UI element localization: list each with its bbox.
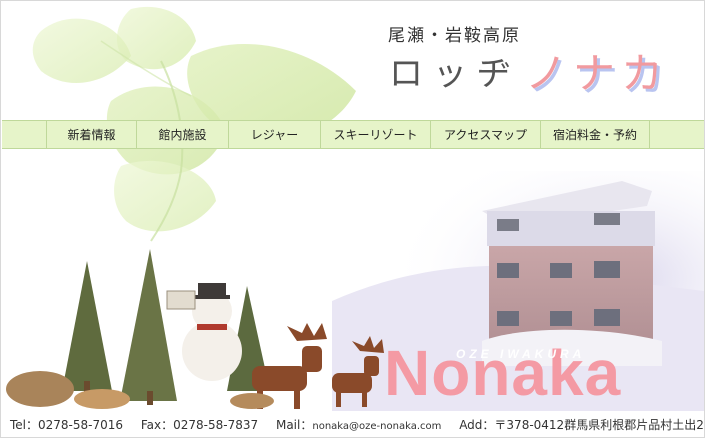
mail-link[interactable]: nonaka@oze-nonaka.com — [312, 421, 441, 432]
footer-contact: Tel：0278-58-7016 Fax：0278-58-7837 Mail：n… — [10, 416, 704, 434]
fax-value: 0278-58-7837 — [173, 418, 259, 432]
fax-label: Fax： — [140, 418, 174, 432]
nav-item-news[interactable]: 新着情報 — [46, 121, 136, 148]
snowman-figure — [166, 283, 242, 381]
footer-mail: Mail：nonaka@oze-nonaka.com — [276, 418, 441, 432]
footer-tel: Tel：0278-58-7016 — [10, 418, 123, 432]
site-title[interactable]: ロッヂ ノナカ — [389, 45, 669, 98]
nav-item-rates-booking[interactable]: 宿泊料金・予約 — [540, 121, 650, 148]
nav-item-access-map[interactable]: アクセスマップ — [430, 121, 540, 148]
nav-item-leisure[interactable]: レジャー — [228, 121, 320, 148]
page-frame: 尾瀬・岩鞍高原 ロッヂ ノナカ 新着情報 館内施設 レジャー スキーリゾート ア… — [0, 0, 705, 438]
header-subtitle: 尾瀬・岩鞍高原 — [388, 26, 521, 46]
nav-item-facilities[interactable]: 館内施設 — [136, 121, 228, 148]
footer-address: Add：〒378-0412群馬県利根郡片品村土出2609-18 — [459, 418, 704, 432]
address-value: 〒378-0412群馬県利根郡片品村土出2609-18 — [494, 418, 704, 432]
tel-label: Tel： — [10, 418, 39, 432]
nav-item-ski-resort[interactable]: スキーリゾート — [320, 121, 430, 148]
address-label: Add： — [459, 418, 495, 432]
mail-label: Mail： — [275, 418, 313, 432]
main-nav: 新着情報 館内施設 レジャー スキーリゾート アクセスマップ 宿泊料金・予約 — [2, 120, 704, 149]
nav-items: 新着情報 館内施設 レジャー スキーリゾート アクセスマップ 宿泊料金・予約 — [46, 121, 650, 148]
title-name: ノナカ — [525, 48, 670, 98]
tel-value: 0278-58-7016 — [38, 418, 124, 432]
title-lodge: ロッヂ — [389, 53, 521, 94]
footer-fax: Fax：0278-58-7837 — [141, 418, 258, 432]
brand-subtitle: OZE IWAKURA — [456, 347, 586, 361]
